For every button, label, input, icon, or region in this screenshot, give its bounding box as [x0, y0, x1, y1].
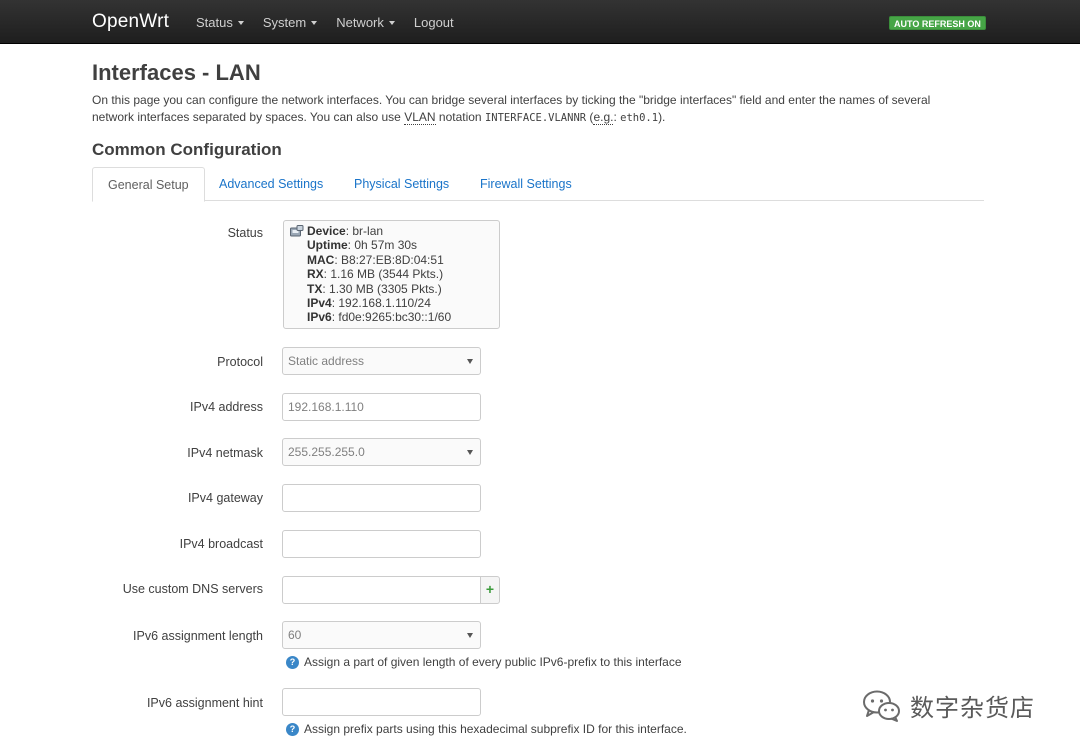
ipv4-address-input[interactable]: 192.168.1.110 — [282, 393, 481, 421]
status-line-ipv6: IPv6: fd0e:9265:bc30::1/60 — [307, 310, 451, 324]
select-arrow-icon — [467, 450, 473, 455]
status-key: IPv6 — [307, 310, 332, 325]
ethernet-port-icon — [290, 225, 304, 237]
status-sep: : — [322, 281, 330, 296]
main-menu: Status System Network Logout — [196, 15, 473, 30]
page-title: Interfaces - LAN — [92, 60, 261, 85]
status-key: Uptime — [307, 238, 348, 253]
section-title: Common Configuration — [92, 140, 282, 159]
protocol-select[interactable]: Static address — [282, 347, 481, 375]
caret-down-icon — [388, 21, 395, 25]
status-line-uptime: Uptime: 0h 57m 30s — [307, 238, 451, 252]
ipv6-length-hint: ? Assign a part of given length of every… — [286, 655, 682, 669]
help-icon: ? — [286, 655, 299, 669]
status-value: fd0e:9265:bc30::1/60 — [338, 310, 452, 325]
dns-label: Use custom DNS servers — [122, 582, 263, 596]
page-description: On this page you can configure the netwo… — [92, 92, 972, 127]
menu-network[interactable]: Network — [336, 15, 395, 30]
ipv6-hint-input[interactable] — [282, 688, 481, 716]
add-dns-button[interactable]: + — [480, 576, 500, 604]
status-value: br-lan — [352, 224, 384, 238]
ipv6-hint-label: IPv6 assignment hint — [146, 696, 263, 710]
caret-down-icon — [237, 21, 244, 25]
eg-abbr: e.g. — [593, 110, 614, 125]
status-value: 0h 57m 30s — [354, 238, 418, 253]
status-key: TX — [307, 281, 323, 296]
status-line-tx: TX: 1.30 MB (3305 Pkts.) — [307, 282, 451, 296]
caret-down-icon — [311, 21, 318, 25]
auto-refresh-badge[interactable]: AUTO REFRESH ON — [889, 16, 986, 30]
status-line-mac: MAC: B8:27:EB:8D:04:51 — [307, 253, 451, 267]
status-label: Status — [227, 226, 263, 240]
status-key: IPv4 — [307, 296, 332, 311]
status-value: B8:27:EB:8D:04:51 — [341, 252, 444, 267]
vlan-abbr: VLAN — [404, 110, 436, 125]
menu-system-label: System — [262, 15, 307, 30]
menu-status-label: Status — [196, 15, 233, 30]
menu-logout-label: Logout — [413, 15, 454, 30]
status-line-rx: RX: 1.16 MB (3544 Pkts.) — [307, 267, 451, 281]
watermark: 数字杂货店 — [862, 688, 1035, 723]
hint-text: Assign prefix parts using this hexadecim… — [304, 722, 687, 736]
ipv4-netmask-label: IPv4 netmask — [187, 446, 263, 460]
desc-text: ). — [658, 110, 666, 124]
menu-status[interactable]: Status — [196, 15, 244, 30]
menu-system[interactable]: System — [262, 15, 318, 30]
tab-physical-settings[interactable]: Physical Settings — [339, 167, 464, 201]
select-arrow-icon — [467, 633, 473, 638]
interface-status-box: Device: br-lan Uptime: 0h 57m 30s MAC: B… — [283, 220, 500, 329]
tab-general-setup[interactable]: General Setup — [92, 167, 205, 202]
brand-logo[interactable]: OpenWrt — [92, 11, 169, 33]
select-arrow-icon — [467, 359, 473, 364]
ipv4-broadcast-label: IPv4 broadcast — [179, 537, 263, 551]
status-value: 1.30 MB (3305 Pkts.) — [329, 281, 442, 296]
status-sep: : — [334, 252, 341, 267]
status-key: Device — [307, 224, 346, 238]
ipv6-length-label: IPv6 assignment length — [133, 629, 263, 643]
wechat-icon — [863, 690, 900, 722]
help-icon: ? — [286, 722, 299, 736]
protocol-select-value: Static address — [288, 354, 365, 368]
code-interface-vlan: INTERFACE.VLANNR — [484, 112, 587, 124]
tab-advanced-settings[interactable]: Advanced Settings — [204, 167, 338, 201]
tab-firewall-settings[interactable]: Firewall Settings — [465, 167, 587, 201]
config-tabs: General Setup Advanced Settings Physical… — [92, 167, 984, 202]
status-value: 1.16 MB (3544 Pkts.) — [330, 267, 444, 282]
ipv6-length-value: 60 — [288, 628, 302, 642]
status-key: RX — [307, 267, 324, 282]
ipv4-broadcast-input[interactable] — [282, 530, 481, 558]
status-line-ipv4: IPv4: 192.168.1.110/24 — [307, 296, 451, 310]
status-value: 192.168.1.110/24 — [338, 296, 431, 311]
dns-server-input[interactable] — [282, 576, 481, 604]
code-eth-example: eth0.1 — [620, 112, 659, 124]
menu-logout[interactable]: Logout — [414, 15, 454, 30]
ipv6-length-select[interactable]: 60 — [282, 621, 481, 649]
protocol-label: Protocol — [217, 355, 263, 369]
ipv4-gateway-label: IPv4 gateway — [187, 491, 263, 505]
ipv4-address-label: IPv4 address — [190, 400, 263, 414]
status-line-device: Device: br-lan — [307, 224, 451, 238]
ipv4-gateway-input[interactable] — [282, 484, 481, 512]
desc-text: notation — [435, 110, 485, 124]
status-key: MAC — [307, 252, 335, 267]
ipv4-netmask-value: 255.255.255.0 — [288, 445, 365, 459]
ipv6-hint-help: ? Assign prefix parts using this hexadec… — [286, 722, 687, 736]
status-lines: Device: br-lan Uptime: 0h 57m 30s MAC: B… — [307, 224, 451, 325]
hint-text: Assign a part of given length of every p… — [304, 655, 682, 669]
top-navbar: OpenWrt Status System Network Logout AUT… — [0, 0, 1080, 44]
watermark-text: 数字杂货店 — [910, 694, 1035, 722]
menu-network-label: Network — [336, 15, 384, 30]
ipv4-netmask-select[interactable]: 255.255.255.0 — [282, 438, 481, 466]
